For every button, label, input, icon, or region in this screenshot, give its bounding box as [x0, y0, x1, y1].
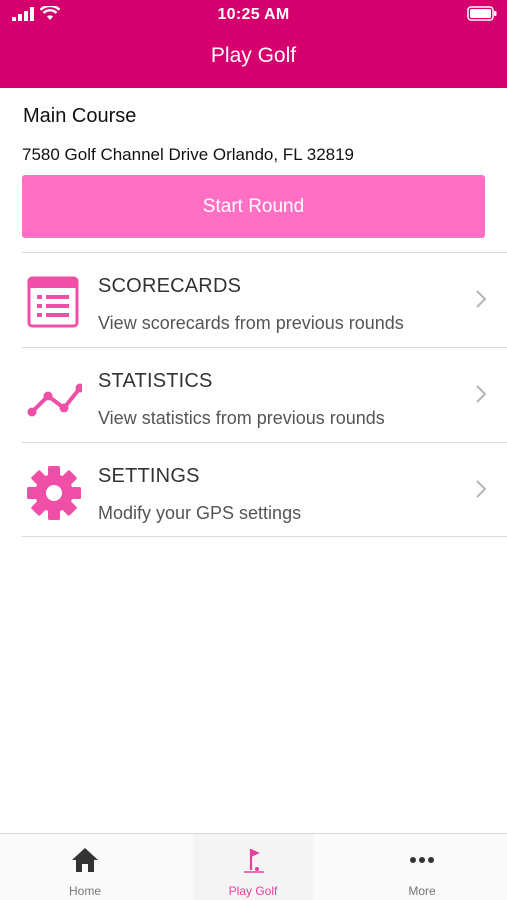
tab-label: More: [408, 884, 436, 898]
chevron-right-icon: [476, 290, 487, 308]
menu-item-title: SETTINGS: [98, 465, 200, 487]
tab-play-golf[interactable]: Play Golf: [193, 834, 313, 900]
tab-more[interactable]: More: [362, 834, 482, 900]
more-dots-icon: [410, 857, 434, 863]
menu-item-subtitle: View statistics from previous rounds: [98, 408, 385, 428]
menu-item-title: SCORECARDS: [98, 275, 242, 297]
menu-item-scorecards[interactable]: SCORECARDS View scorecards from previous…: [22, 252, 507, 347]
home-icon: [72, 848, 98, 872]
status-bar: 10:25 AM: [0, 0, 507, 32]
course-name: Main Course: [23, 105, 137, 127]
tab-label: Play Golf: [228, 884, 278, 898]
scorecard-icon: [27, 276, 79, 328]
chevron-right-icon: [476, 480, 487, 498]
menu-item-settings[interactable]: SETTINGS Modify your GPS settings: [22, 442, 507, 537]
app-header: 10:25 AM Play Golf: [0, 0, 507, 88]
start-round-button[interactable]: Start Round: [22, 175, 485, 238]
tab-home[interactable]: Home: [25, 834, 145, 900]
statistics-chart-icon: [27, 383, 82, 417]
battery-icon: [467, 6, 497, 26]
menu-item-subtitle: Modify your GPS settings: [98, 503, 302, 523]
course-address: 7580 Golf Channel Drive Orlando, FL 3281…: [22, 145, 355, 164]
menu-item-title: STATISTICS: [98, 370, 213, 392]
chevron-right-icon: [476, 385, 487, 403]
feature-menu: SCORECARDS View scorecards from previous…: [0, 252, 507, 537]
page-title: Play Golf: [210, 44, 297, 67]
tab-bar: Home Play Golf More: [0, 833, 507, 900]
status-time: 10:25 AM: [217, 6, 290, 23]
menu-item-subtitle: View scorecards from previous rounds: [98, 313, 404, 333]
menu-item-statistics[interactable]: STATISTICS View statistics from previous…: [22, 347, 507, 442]
tab-label: Home: [68, 884, 101, 898]
golf-flag-icon: [244, 849, 264, 873]
gear-icon: [27, 466, 81, 520]
